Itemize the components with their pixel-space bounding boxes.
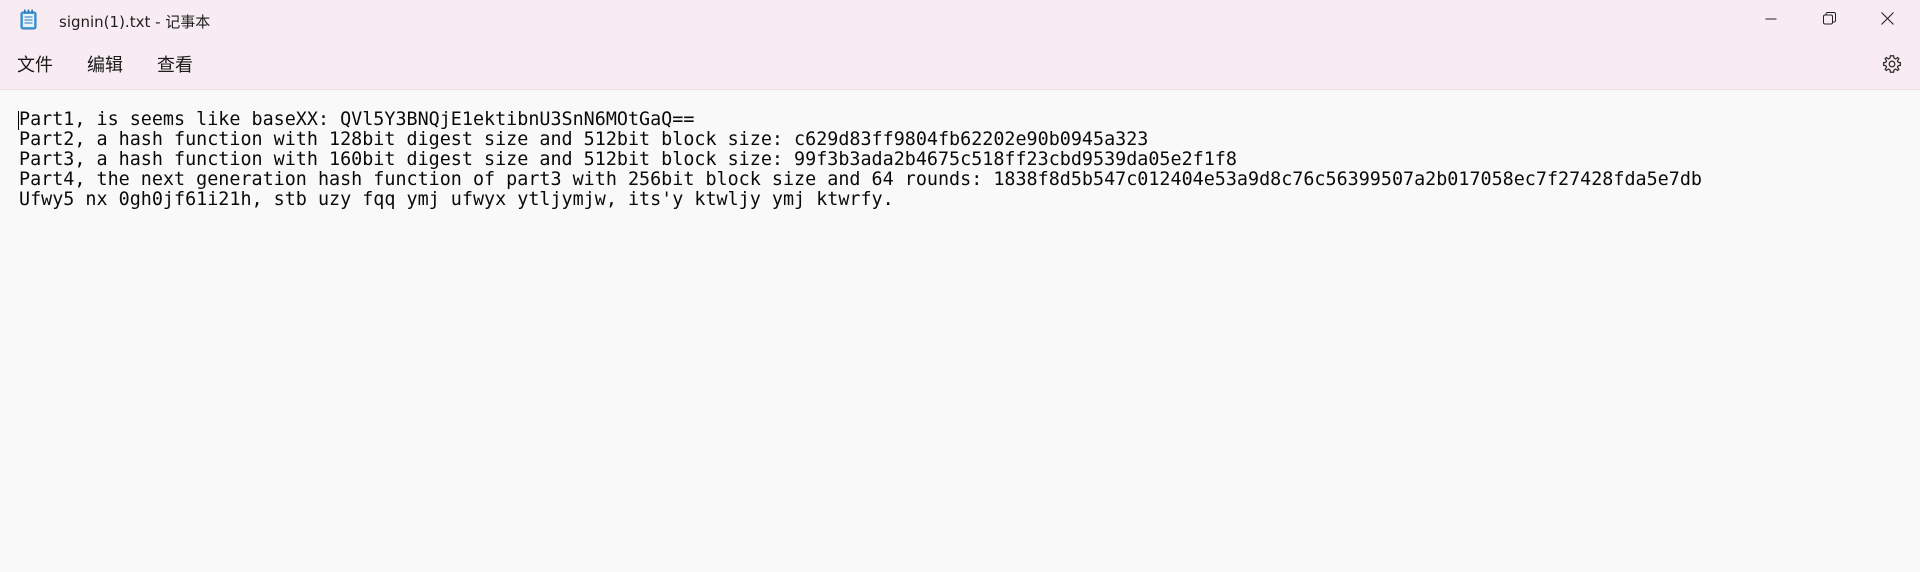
text-line: Part4, the next generation hash function… [19, 169, 1702, 190]
text-line: Part1, is seems like baseXX: QVl5Y3BNQjE… [19, 109, 695, 130]
text-line: Part2, a hash function with 128bit diges… [19, 129, 1149, 150]
text-line: Ufwy5 nx 0gh0jf61i21h, stb uzy fqq ymj u… [19, 189, 894, 210]
maximize-button[interactable] [1800, 0, 1858, 38]
minimize-icon [1765, 10, 1777, 29]
close-button[interactable] [1858, 0, 1916, 38]
minimize-button[interactable] [1742, 0, 1800, 38]
document-content[interactable]: Part1, is seems like baseXX: QVl5Y3BNQjE… [19, 110, 1702, 210]
notepad-window: signin(1).txt - 记事本 文件 编辑 查看 Part1, is s… [0, 0, 1920, 572]
text-editor[interactable]: Part1, is seems like baseXX: QVl5Y3BNQjE… [0, 90, 1920, 572]
settings-button[interactable] [1876, 50, 1908, 82]
text-line: Part3, a hash function with 160bit diges… [19, 149, 1237, 170]
menu-file[interactable]: 文件 [17, 53, 53, 79]
close-icon [1880, 10, 1894, 29]
title-bar[interactable]: signin(1).txt - 记事本 [0, 0, 1920, 40]
menu-view[interactable]: 查看 [157, 53, 193, 79]
menu-edit[interactable]: 编辑 [87, 53, 123, 79]
menu-bar: 文件 编辑 查看 [0, 40, 1920, 90]
restore-icon [1822, 10, 1836, 29]
window-title: signin(1).txt - 记事本 [59, 13, 211, 31]
gear-icon [1882, 54, 1902, 78]
notepad-icon [20, 9, 37, 30]
